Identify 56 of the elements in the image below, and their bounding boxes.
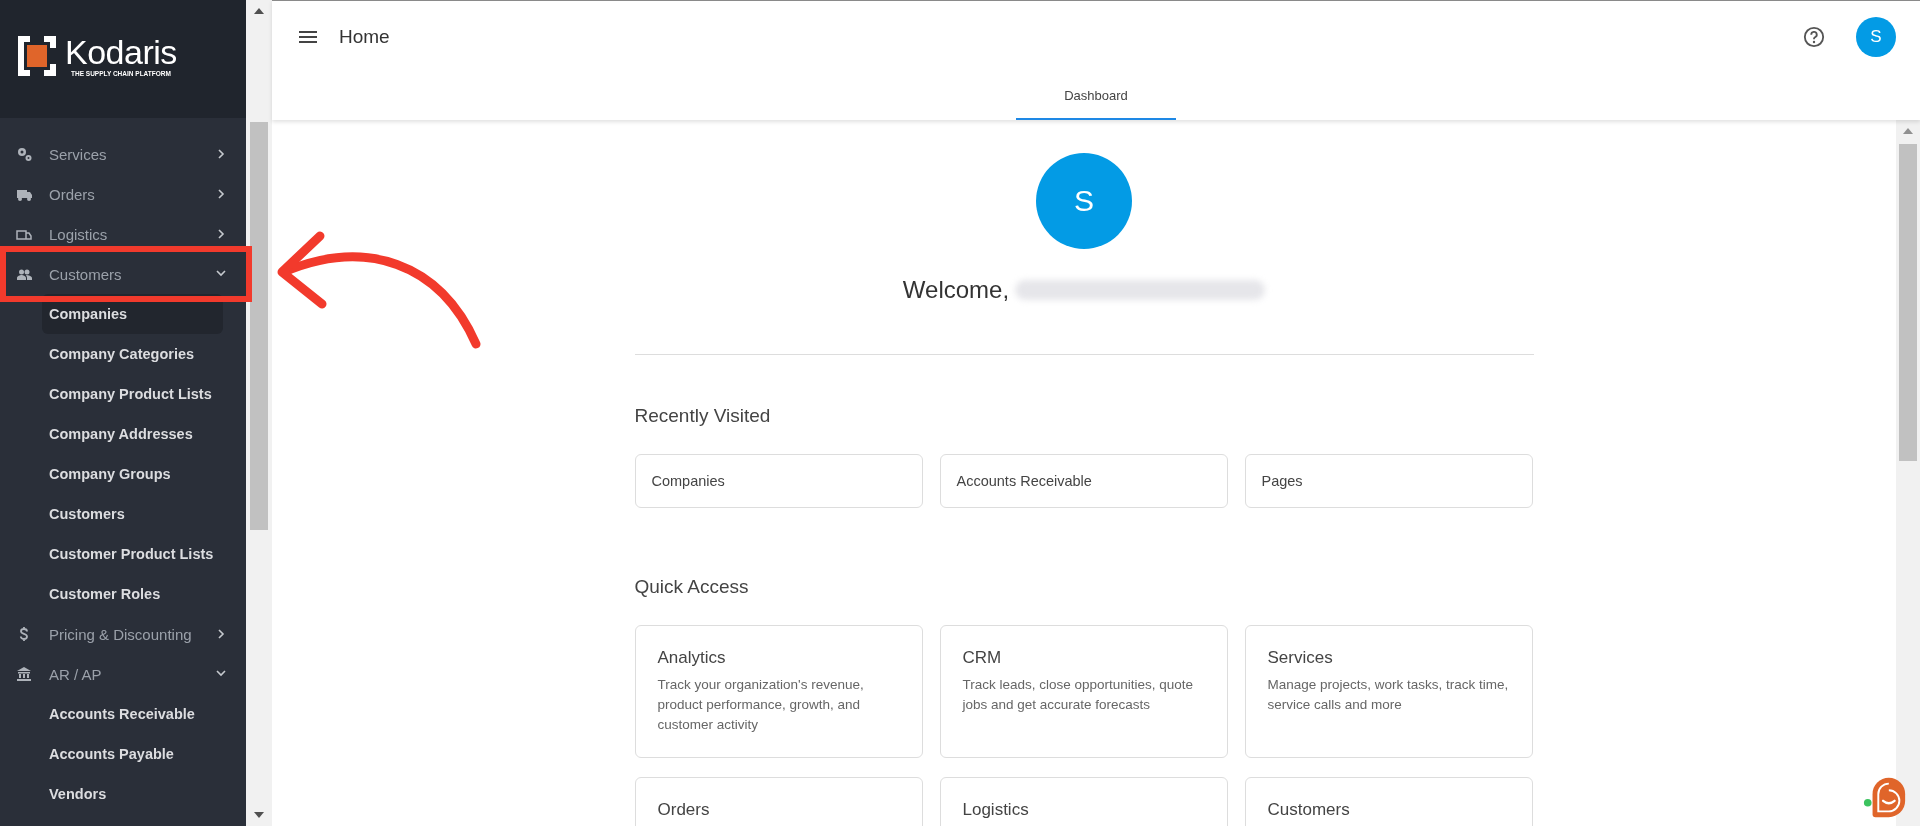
quick-access-card[interactable]: Services Manage projects, work tasks, track time, service calls and more: [1244, 625, 1533, 758]
nav-item[interactable]: Company Addresses: [42, 414, 223, 454]
recent-link[interactable]: Accounts Receivable: [939, 454, 1228, 508]
section-heading: Quick Access: [634, 576, 750, 598]
recent-link[interactable]: Companies: [634, 454, 923, 508]
quick-access-card[interactable]: Orders: [634, 777, 923, 826]
quick-access-card[interactable]: Customers: [1244, 777, 1533, 826]
quick-access-card[interactable]: Logistics: [939, 777, 1228, 826]
welcome-text: Welcome,: [902, 276, 1010, 304]
card-title: Logistics: [962, 800, 1030, 820]
profile-avatar: S: [1036, 153, 1132, 249]
nav-item[interactable]: Customers: [42, 494, 223, 534]
scroll-down-icon[interactable]: [254, 812, 264, 818]
card-title: Services: [1267, 648, 1334, 668]
chevron-right-icon: [216, 149, 226, 159]
nav-item[interactable]: Customer Roles: [42, 574, 223, 614]
nav-item[interactable]: Accounts Receivable: [42, 694, 223, 734]
tab[interactable]: Dashboard: [1016, 73, 1176, 120]
menu-icon[interactable]: [299, 31, 317, 43]
nav-item[interactable]: Customers: [0, 254, 246, 294]
logo-name: Kodaris: [65, 34, 177, 69]
nav-item[interactable]: Company Groups: [42, 454, 223, 494]
card-title: CRM: [962, 648, 1003, 668]
section-heading: Recently Visited: [634, 405, 772, 427]
nav-item[interactable]: Company Categories: [42, 334, 223, 374]
scrollbar-thumb[interactable]: [250, 122, 268, 530]
chevron-right-icon: [216, 229, 226, 239]
chevron-down-icon: [216, 669, 226, 679]
card-title: Analytics: [657, 648, 727, 668]
logo-icon: [18, 36, 56, 76]
nav-item[interactable]: Orders: [0, 174, 246, 214]
card-title: Orders: [657, 800, 711, 820]
card-title: Customers: [1267, 800, 1351, 820]
nav-item[interactable]: Company Product Lists: [42, 374, 223, 414]
quick-access-card[interactable]: CRM Track leads, close opportunities, quote jobs and get accurate forecasts: [939, 625, 1228, 758]
page-title: Home: [339, 26, 390, 48]
card-description: Manage projects, work tasks, track time, service calls and more: [1267, 676, 1510, 714]
gears-icon: [16, 146, 32, 162]
recent-link[interactable]: Pages: [1244, 454, 1533, 508]
nav-item[interactable]: Services: [0, 134, 246, 174]
scroll-up-icon[interactable]: [254, 8, 264, 14]
chevron-right-icon: [216, 189, 226, 199]
nav-item[interactable]: Logistics: [0, 214, 246, 254]
help-icon[interactable]: [1803, 26, 1825, 48]
nav-item[interactable]: AR / AP: [0, 654, 246, 694]
chevron-down-icon: [216, 269, 226, 279]
nav-item[interactable]: Vendors: [42, 774, 223, 814]
scrollbar-thumb[interactable]: [1899, 144, 1917, 461]
chevron-right-icon: [216, 629, 226, 639]
quick-access-card[interactable]: Analytics Track your organization's revenue, product performance, growth, and customer activity: [634, 625, 923, 758]
nav-item[interactable]: Customer Product Lists: [42, 534, 223, 574]
card-description: Track leads, close opportunities, quote jobs and get accurate forecasts: [962, 676, 1195, 714]
nav-item[interactable]: Accounts Payable: [42, 734, 223, 774]
card-description: Track your organization's revenue, product performance, growth, and customer activity: [657, 676, 865, 734]
bank-icon: [16, 666, 32, 682]
nav-item[interactable]: Pricing & Discounting: [0, 614, 246, 654]
